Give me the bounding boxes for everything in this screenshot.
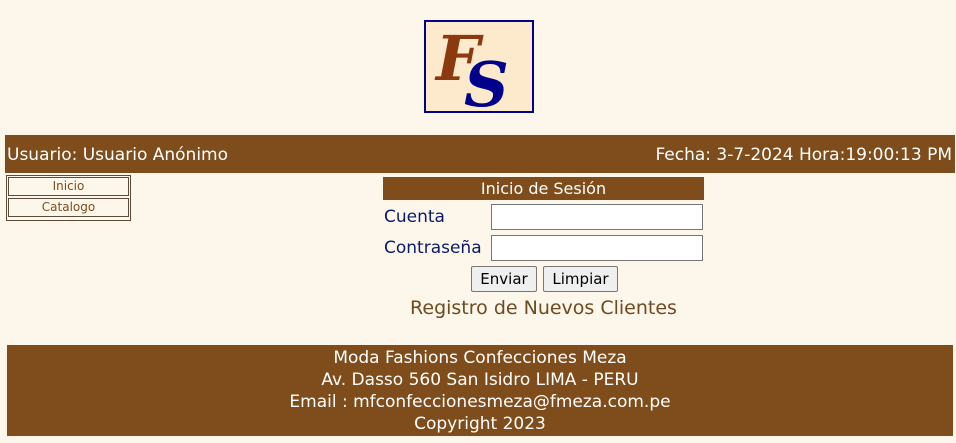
register-link[interactable]: Registro de Nuevos Clientes [383,297,704,319]
account-input[interactable] [491,204,703,230]
header-bar: Usuario: Usuario Anónimo Fecha: 3-7-2024… [5,135,955,173]
password-label: Contraseña [384,238,482,258]
logo-letter-s: S [464,48,509,111]
sidebar-item-catalogo[interactable]: Catalogo [8,198,129,217]
footer-email: Email : mfconfeccionesmeza@fmeza.com.pe [289,392,671,412]
login-title: Inicio de Sesión [383,177,704,200]
footer: Moda Fashions Confecciones Meza Av. Dass… [7,345,953,436]
footer-copyright: Copyright 2023 [414,414,546,434]
password-input[interactable] [491,235,703,261]
footer-address: Av. Dasso 560 San Isidro LIMA - PERU [321,370,639,390]
footer-company: Moda Fashions Confecciones Meza [333,348,627,368]
submit-button[interactable]: Enviar [471,266,537,292]
clear-button[interactable]: Limpiar [543,266,618,292]
user-label: Usuario: Usuario Anónimo [7,145,229,165]
sidebar-menu: Inicio Catalogo [6,175,131,221]
sidebar-item-inicio[interactable]: Inicio [8,177,129,196]
logo: F S [424,20,534,113]
datetime-label: Fecha: 3-7-2024 Hora:19:00:13 PM [655,145,952,165]
account-label: Cuenta [384,207,445,227]
